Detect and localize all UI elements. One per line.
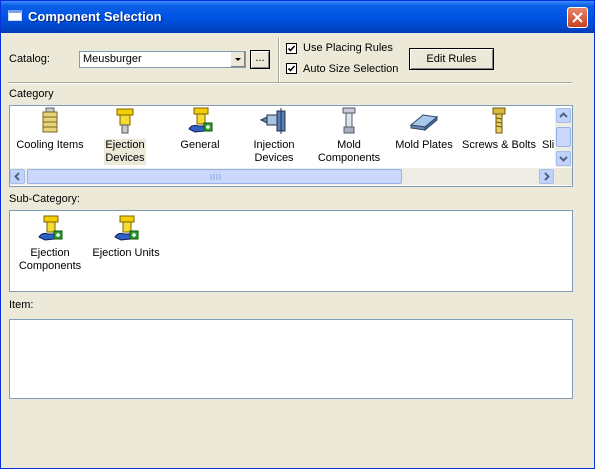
auto-size-selection-checkbox[interactable]	[286, 63, 297, 74]
category-horizontal-scrollbar[interactable]	[10, 168, 555, 185]
use-placing-rules-label: Use Placing Rules	[303, 42, 393, 54]
scroll-right-button[interactable]	[539, 169, 554, 184]
edit-rules-button[interactable]: Edit Rules	[409, 48, 494, 70]
catalog-dropdown-button[interactable]	[230, 52, 245, 67]
ejection-components-icon	[38, 215, 63, 241]
category-item-label-line2: Devices	[105, 152, 145, 164]
category-item-ejection-devices[interactable]: Ejection Devices	[88, 107, 162, 165]
close-icon	[572, 12, 583, 23]
category-item-label: Screws & Bolts	[462, 139, 536, 151]
use-placing-rules-checkbox[interactable]	[286, 43, 297, 54]
injection-devices-icon	[259, 108, 286, 134]
category-item-cooling-items[interactable]: Cooling Items	[13, 107, 87, 152]
title-bar[interactable]: Component Selection	[1, 1, 594, 33]
category-item-label: Mold Plates	[395, 139, 453, 151]
mold-plates-icon	[409, 114, 439, 132]
scrollbar-corner	[555, 168, 572, 185]
header-separator	[8, 82, 572, 84]
chevron-up-icon	[559, 112, 568, 118]
category-item-label-line2: Components	[317, 152, 381, 164]
close-button[interactable]	[567, 7, 588, 28]
screws-bolts-icon	[492, 107, 506, 134]
ejection-devices-icon	[116, 108, 134, 134]
subcategory-item-label-line2: Components	[18, 260, 82, 272]
chevron-right-icon	[544, 172, 550, 181]
chevron-left-icon	[14, 172, 20, 181]
component-selection-dialog: Component Selection Catalog: Meusburger …	[0, 0, 595, 469]
cooling-items-icon	[42, 107, 58, 133]
category-item-label: Mold	[337, 139, 361, 151]
checkmark-icon	[287, 65, 296, 72]
subcategory-item-label: Ejection	[30, 247, 70, 259]
options-separator	[278, 38, 280, 82]
item-label: Item:	[9, 299, 34, 311]
subcategory-label: Sub-Category:	[9, 193, 80, 205]
grip-icon	[210, 174, 221, 180]
vertical-scroll-thumb[interactable]	[556, 127, 571, 147]
catalog-label: Catalog:	[9, 53, 50, 65]
catalog-select[interactable]: Meusburger	[79, 51, 246, 68]
category-vertical-scrollbar[interactable]	[555, 108, 572, 167]
scroll-up-button[interactable]	[556, 108, 571, 123]
category-item-label: Ejection	[105, 139, 145, 151]
auto-size-selection-label: Auto Size Selection	[303, 63, 399, 75]
catalog-value: Meusburger	[83, 53, 142, 65]
scroll-down-button[interactable]	[556, 151, 571, 166]
category-item-injection-devices[interactable]: Injection Devices	[237, 107, 311, 165]
category-label: Category	[9, 88, 54, 100]
chevron-down-icon	[559, 156, 568, 162]
ejection-units-icon	[114, 215, 139, 241]
category-item-mold-plates[interactable]: Mold Plates	[387, 107, 461, 152]
general-icon	[188, 107, 213, 133]
category-item-label: General	[180, 139, 220, 151]
category-item-label: Cooling Items	[16, 139, 84, 151]
subcategory-item-label: Ejection Units	[92, 247, 160, 259]
category-item-general[interactable]: General	[163, 107, 237, 152]
horizontal-scroll-thumb[interactable]	[27, 169, 402, 184]
mold-components-icon	[342, 107, 356, 134]
category-item-label-line2: Devices	[254, 152, 294, 164]
subcategory-list: Ejection Components Ejection Units	[9, 210, 573, 292]
item-list[interactable]	[9, 319, 573, 399]
category-item-mold-components[interactable]: Mold Components	[312, 107, 386, 165]
category-item-label: Injection	[253, 139, 295, 151]
window-icon	[8, 10, 22, 21]
chevron-down-icon	[235, 58, 241, 61]
subcategory-item-ejection-units[interactable]: Ejection Units	[88, 215, 164, 260]
subcategory-item-ejection-components[interactable]: Ejection Components	[12, 215, 88, 273]
catalog-browse-button[interactable]: ...	[250, 50, 270, 69]
checkmark-icon	[287, 45, 296, 52]
scroll-left-button[interactable]	[10, 169, 25, 184]
category-item-screws-bolts[interactable]: Screws & Bolts	[462, 107, 536, 152]
selected-highlight: Ejection Devices	[104, 139, 146, 165]
window-title: Component Selection	[28, 9, 162, 24]
